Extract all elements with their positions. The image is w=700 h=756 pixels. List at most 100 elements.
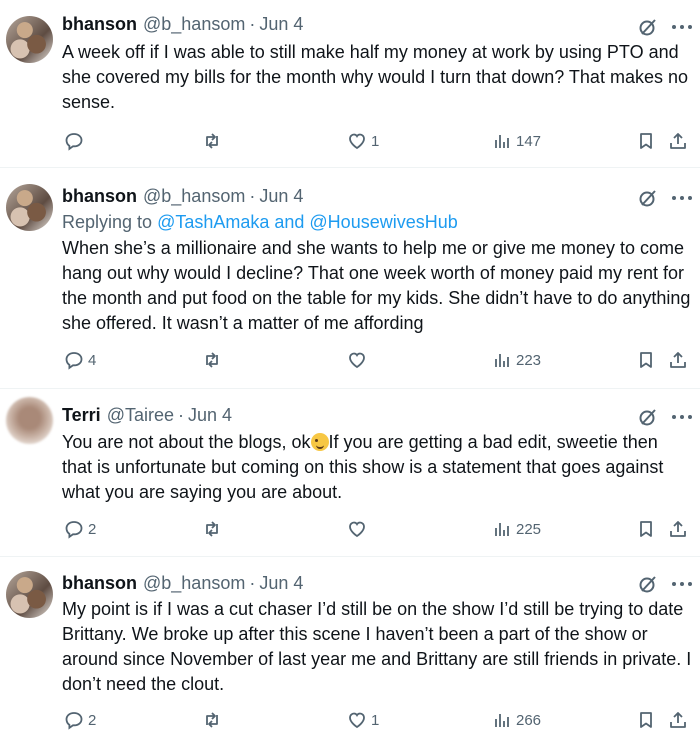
reply-icon — [65, 521, 83, 539]
tweet-corner-actions — [638, 188, 692, 208]
more-icon[interactable] — [672, 414, 692, 420]
grok-icon[interactable] — [638, 407, 658, 427]
bookmark-icon — [640, 712, 652, 728]
handle[interactable]: @b_hansom — [143, 14, 245, 35]
timestamp[interactable]: Jun 4 — [259, 186, 303, 207]
replying-to: Replying to @TashAmaka and @HousewivesHu… — [62, 212, 458, 233]
views-button[interactable]: 225 — [492, 519, 541, 539]
view-count: 266 — [516, 711, 542, 729]
share-button[interactable] — [668, 131, 688, 151]
heart-icon — [349, 352, 365, 369]
display-name[interactable]: bhanson — [62, 186, 137, 207]
like-button[interactable] — [347, 350, 371, 370]
views-chart-icon — [495, 354, 509, 367]
view-count: 147 — [516, 132, 542, 150]
action-bar: 4 223 — [62, 350, 692, 374]
reply-icon — [65, 133, 83, 151]
timestamp[interactable]: Jun 4 — [259, 14, 303, 35]
display-name[interactable]: bhanson — [62, 573, 137, 594]
tweet-text: When she’s a millionaire and she wants t… — [62, 238, 691, 333]
tweet-corner-actions — [638, 574, 692, 594]
views-button[interactable]: 223 — [492, 350, 541, 370]
separator-dot: · — [249, 14, 256, 34]
more-icon[interactable] — [672, 24, 692, 30]
handle[interactable]: @b_hansom — [143, 186, 245, 207]
reply-button[interactable]: 2 — [64, 519, 96, 539]
replying-to-label: Replying to — [62, 212, 158, 232]
views-button[interactable]: 266 — [492, 710, 541, 730]
avatar[interactable] — [6, 184, 53, 231]
bookmark-icon — [640, 133, 652, 149]
tweet-text-part-1: You are not about the blogs, ok — [62, 432, 311, 452]
separator-dot: · — [178, 405, 184, 425]
bookmark-button[interactable] — [636, 131, 656, 151]
grok-icon[interactable] — [638, 574, 658, 594]
like-button[interactable]: 1 — [347, 131, 379, 151]
retweet-icon — [206, 133, 218, 149]
retweet-button[interactable] — [202, 131, 222, 151]
tweet-corner-actions — [638, 407, 692, 427]
bookmark-icon — [640, 352, 652, 368]
avatar[interactable] — [6, 397, 53, 444]
retweet-button[interactable] — [202, 710, 222, 730]
tweet-1[interactable]: bhanson @b_hansom · Jun 4 A week off if … — [0, 0, 700, 168]
retweet-button[interactable] — [202, 350, 222, 370]
views-chart-icon — [495, 714, 509, 727]
share-button[interactable] — [668, 710, 688, 730]
tweet-text: You are not about the blogs, ok If you ar… — [62, 430, 692, 505]
handle[interactable]: @Tairee — [107, 405, 174, 426]
avatar[interactable] — [6, 16, 53, 63]
tweet-header: bhanson @b_hansom · Jun 4 — [62, 186, 303, 210]
handle[interactable]: @b_hansom — [143, 573, 245, 594]
more-icon[interactable] — [672, 581, 692, 587]
action-bar: 2 1 266 — [62, 710, 692, 734]
retweet-icon — [206, 712, 218, 728]
tweet-header: Terri @Tairee · Jun 4 — [62, 405, 232, 429]
retweet-icon — [206, 352, 218, 368]
tweet-text: My point is if I was a cut chaser I’d st… — [62, 599, 692, 694]
more-icon[interactable] — [672, 195, 692, 201]
views-chart-icon — [495, 523, 509, 536]
display-name[interactable]: Terri — [62, 405, 101, 426]
reply-count: 2 — [88, 711, 97, 729]
reply-icon — [65, 712, 83, 730]
retweet-icon — [206, 521, 218, 537]
share-icon — [670, 521, 686, 537]
reply-count: 2 — [88, 520, 97, 538]
share-button[interactable] — [668, 519, 688, 539]
bookmark-button[interactable] — [636, 519, 656, 539]
views-button[interactable]: 147 — [492, 131, 541, 151]
like-button[interactable]: 1 — [347, 710, 379, 730]
heart-icon — [349, 521, 365, 538]
action-bar: 2 225 — [62, 519, 692, 543]
tweet-4[interactable]: bhanson @b_hansom · Jun 4 My point is if… — [0, 557, 700, 756]
bookmark-button[interactable] — [636, 350, 656, 370]
timestamp[interactable]: Jun 4 — [188, 405, 232, 426]
reply-count: 4 — [88, 351, 97, 369]
reply-button[interactable]: 2 — [64, 710, 96, 730]
grok-icon[interactable] — [638, 17, 658, 37]
avatar[interactable] — [6, 571, 53, 618]
display-name[interactable]: bhanson — [62, 14, 137, 35]
views-chart-icon — [495, 135, 509, 148]
retweet-button[interactable] — [202, 519, 222, 539]
reply-button[interactable] — [64, 131, 88, 151]
like-button[interactable] — [347, 519, 371, 539]
share-icon — [670, 352, 686, 368]
view-count: 223 — [516, 351, 542, 369]
tweet-header: bhanson @b_hansom · Jun 4 — [62, 14, 303, 38]
bookmark-button[interactable] — [636, 710, 656, 730]
share-icon — [670, 133, 686, 149]
tweet-corner-actions — [638, 17, 692, 37]
tweet-text: A week off if I was able to still make h… — [62, 42, 688, 112]
separator-dot: · — [249, 573, 256, 593]
share-button[interactable] — [668, 350, 688, 370]
timestamp[interactable]: Jun 4 — [259, 573, 303, 594]
reply-button[interactable]: 4 — [64, 350, 96, 370]
tweet-3[interactable]: Terri @Tairee · Jun 4 You are not about … — [0, 389, 700, 557]
grok-icon[interactable] — [638, 188, 658, 208]
like-count: 1 — [371, 711, 380, 729]
tweet-2[interactable]: bhanson @b_hansom · Jun 4 Replying to @T… — [0, 168, 700, 389]
share-icon — [670, 712, 686, 728]
replying-to-users-link[interactable]: @TashAmaka and @HousewivesHub — [157, 212, 458, 232]
